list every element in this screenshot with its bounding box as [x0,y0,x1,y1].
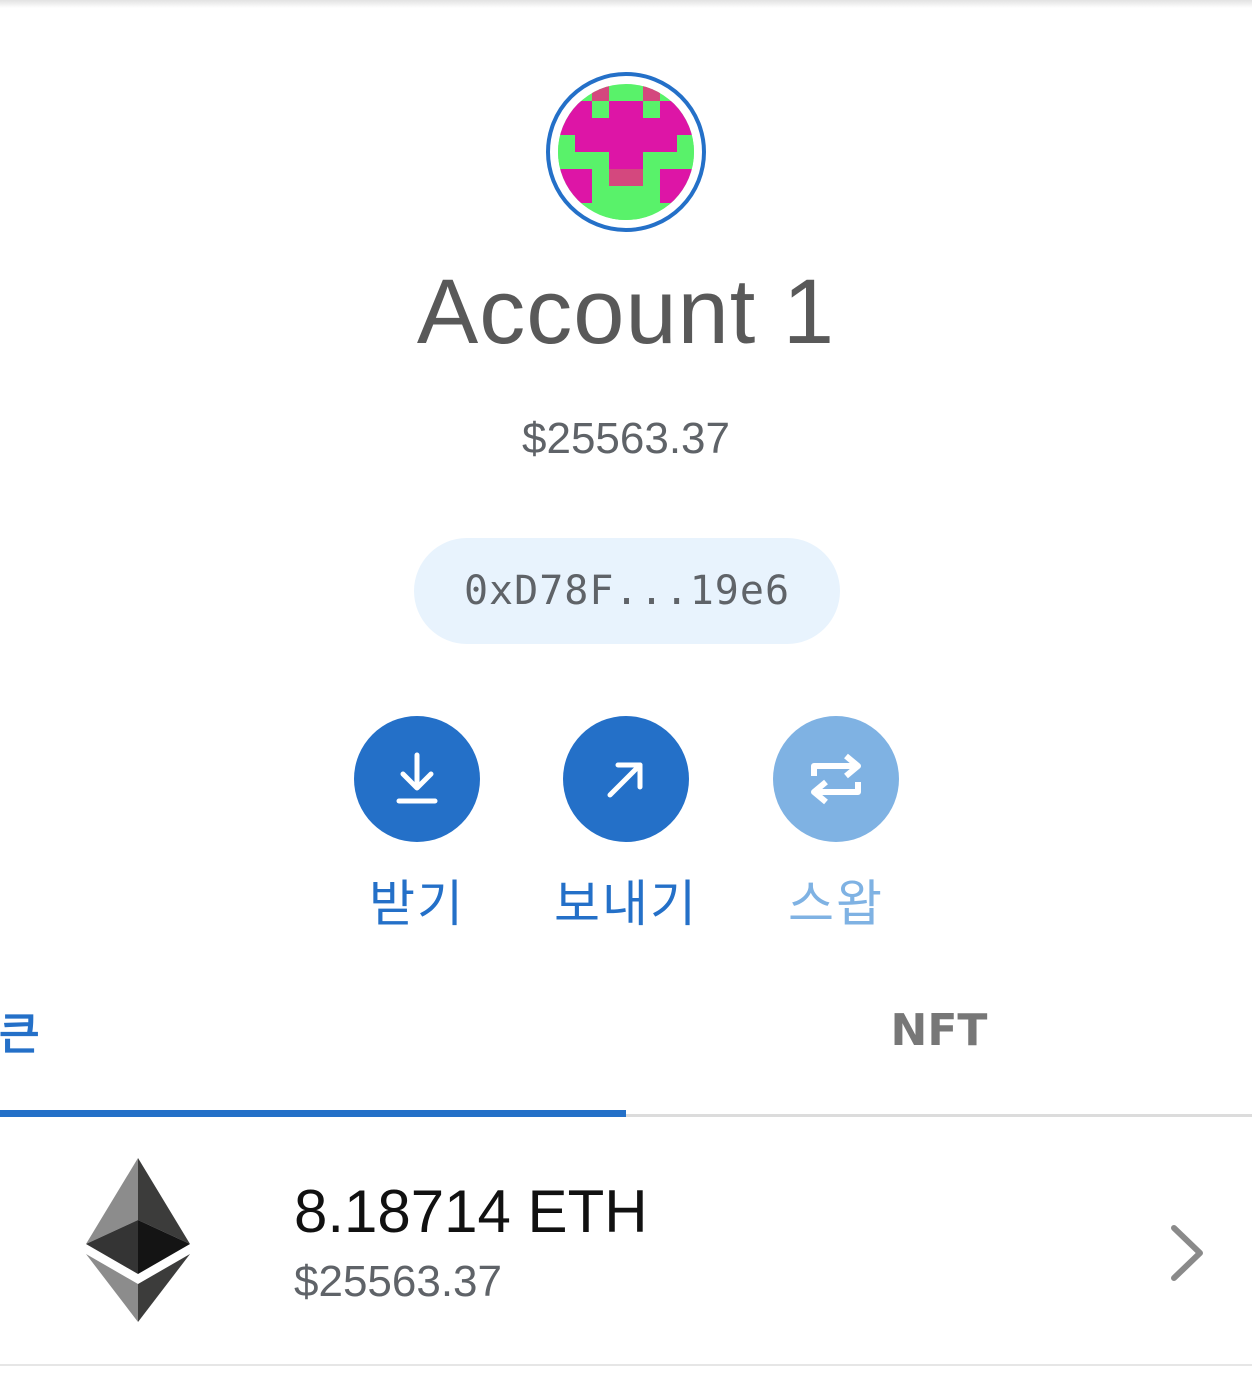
account-balance: $25563.37 [522,414,730,463]
account-avatar[interactable] [546,72,706,232]
identicon-avatar [558,84,694,220]
swap-icon [811,753,861,805]
asset-tabs: 토큰 NFT [0,990,1252,1118]
token-amount: 8.18714 ETH [294,1178,648,1245]
download-icon [396,752,438,804]
send-label: 보내기 [554,875,698,933]
receive-button[interactable]: 받기 [327,716,507,934]
tab-tokens[interactable]: 토큰 [0,990,626,1114]
send-circle [563,716,689,842]
receive-circle [354,716,480,842]
swap-circle [773,716,899,842]
token-row-eth[interactable]: 8.18714 ETH $25563.37 [0,1128,1252,1364]
chevron-right-icon [1171,1225,1203,1281]
active-tab-indicator [0,1110,626,1117]
send-button[interactable]: 보내기 [536,716,716,934]
top-shadow [0,0,1252,8]
ethereum-icon [86,1158,190,1322]
send-arrow-icon [607,762,643,798]
token-fiat-value: $25563.37 [294,1257,502,1306]
swap-label: 스왑 [788,875,884,933]
copy-address-button[interactable]: 0xD78F...19e6 [414,538,840,644]
tab-nft[interactable]: NFT [626,990,1252,1114]
row-divider [0,1364,1252,1366]
account-name: Account 1 [416,261,836,363]
tab-tokens-label: 토큰 [0,1009,40,1060]
receive-label: 받기 [369,875,465,933]
swap-button[interactable]: 스왑 [746,716,926,934]
wallet-home-screen: Account 1 $25563.37 0xD78F...19e6 받기 보내기 [0,0,1252,1388]
tab-nft-label: NFT [890,1004,988,1056]
